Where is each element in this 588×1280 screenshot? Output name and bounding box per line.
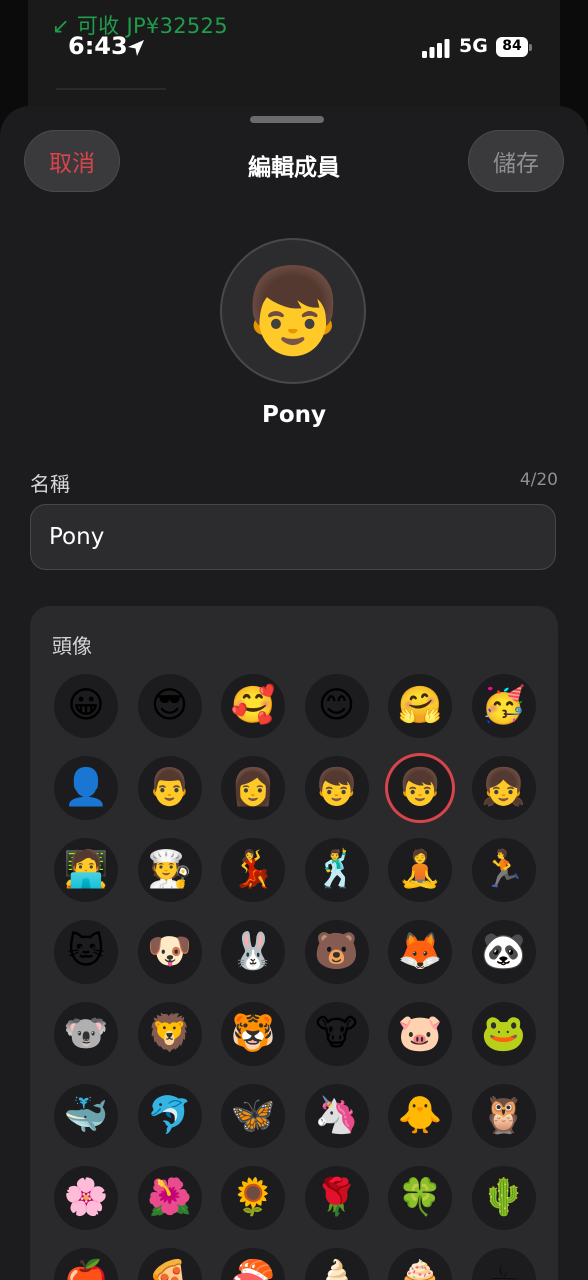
emoji-option[interactable]: 🍀 (388, 1166, 452, 1230)
emoji-option[interactable]: 🤗 (388, 674, 452, 738)
emoji-option[interactable]: 😀 (54, 674, 118, 738)
avatar-picker-title: 頭像 (52, 634, 92, 658)
emoji-option[interactable]: 🐶 (137, 920, 202, 984)
battery-cap (529, 44, 532, 51)
battery-level: 84 (502, 38, 522, 54)
cellular-signal-icon (422, 39, 450, 58)
emoji-option[interactable]: 🧘 (388, 838, 452, 902)
emoji-option[interactable]: 🌺 (137, 1166, 202, 1230)
emoji-option[interactable]: 👦 (388, 756, 452, 820)
emoji-option[interactable]: 🐥 (388, 1084, 452, 1148)
emoji-option[interactable]: 🦋 (221, 1084, 285, 1148)
emoji-option[interactable]: 🐮 (304, 1002, 369, 1066)
emoji-option[interactable]: 🐼 (471, 920, 536, 984)
emoji-option[interactable]: 👩 (221, 756, 285, 820)
emoji-option[interactable]: 🦄 (304, 1084, 369, 1148)
clock: 6:43 (68, 32, 128, 60)
edit-member-sheet: 取消 編輯成員 儲存 👦 Pony 名稱 4/20 Pony 頭像 😀 😎 🥰 😊 🤗 🥳… (0, 106, 588, 1280)
name-char-count: 4/20 (519, 470, 558, 490)
emoji-option[interactable]: 🌹 (304, 1166, 369, 1230)
member-name: Pony (261, 402, 327, 428)
emoji-option[interactable]: ☕ (471, 1248, 536, 1280)
emoji-option[interactable]: 🍕 (137, 1248, 202, 1280)
battery-icon: 84 (496, 37, 532, 59)
network-type: 5G (459, 35, 488, 57)
emoji-option[interactable]: 🐷 (388, 1002, 452, 1066)
emoji-option[interactable]: 🕺 (304, 838, 369, 902)
emoji-option[interactable]: 🥰 (221, 674, 285, 738)
name-label: 名稱 (30, 472, 70, 496)
avatar-preview: 👦 (220, 238, 366, 384)
emoji-option[interactable]: 👧 (471, 756, 536, 820)
avatar-picker: 頭像 😀 😎 🥰 😊 🤗 🥳 👤 👨 👩 👦 👦 👧 🧑‍💻 🧑‍🍳 💃 🕺 🧘 🏃 🐱 🐶 🐰 🐻 🦊 🐼 🐨 🦁 🐯 🐮 🐷 🐸 🐳 🐬 🦋… (30, 606, 558, 1280)
sheet-grabber[interactable] (250, 116, 324, 123)
emoji-option[interactable]: 🦊 (388, 920, 452, 984)
emoji-option[interactable]: 💃 (221, 838, 285, 902)
emoji-option[interactable]: 🐬 (137, 1084, 202, 1148)
background-divider (56, 88, 166, 90)
battery-body: 84 (496, 37, 528, 57)
emoji-option[interactable]: 🍣 (221, 1248, 285, 1280)
emoji-option[interactable]: 🦁 (137, 1002, 202, 1066)
emoji-option[interactable]: 👨 (137, 756, 202, 820)
emoji-option[interactable]: 👦 (304, 756, 369, 820)
emoji-option[interactable]: 🍦 (304, 1248, 369, 1280)
location-arrow-icon (128, 40, 144, 56)
emoji-option[interactable]: 😎 (137, 674, 202, 738)
emoji-option[interactable]: 👤 (54, 756, 118, 820)
emoji-option[interactable]: 🧁 (388, 1248, 452, 1280)
emoji-option[interactable]: 🌵 (471, 1166, 536, 1230)
save-button[interactable]: 儲存 (468, 130, 564, 192)
emoji-option[interactable]: 🐯 (221, 1002, 285, 1066)
screen: ↙ 可收 JP¥32525 6:43 5G 84 取消 編輯成員 儲存 👦 Po… (0, 0, 588, 1280)
name-input[interactable]: Pony (30, 504, 556, 570)
emoji-option[interactable]: 🐰 (221, 920, 285, 984)
emoji-option[interactable]: 🏃 (471, 838, 536, 902)
emoji-option[interactable]: 🐱 (54, 920, 118, 984)
status-bar: 6:43 5G 84 (0, 30, 588, 66)
emoji-option[interactable]: 🧑‍🍳 (137, 838, 202, 902)
emoji-option[interactable]: 🌻 (221, 1166, 285, 1230)
emoji-option[interactable]: 🐻 (304, 920, 369, 984)
emoji-option[interactable]: 🐨 (54, 1002, 118, 1066)
emoji-option[interactable]: 🐳 (54, 1084, 118, 1148)
emoji-option[interactable]: 🧑‍💻 (54, 838, 118, 902)
emoji-option[interactable]: 🍎 (54, 1248, 118, 1280)
emoji-option[interactable]: 😊 (304, 674, 369, 738)
emoji-option[interactable]: 🐸 (471, 1002, 536, 1066)
emoji-option[interactable]: 🌸 (54, 1166, 118, 1230)
emoji-option[interactable]: 🦉 (471, 1084, 536, 1148)
emoji-option[interactable]: 🥳 (471, 674, 536, 738)
